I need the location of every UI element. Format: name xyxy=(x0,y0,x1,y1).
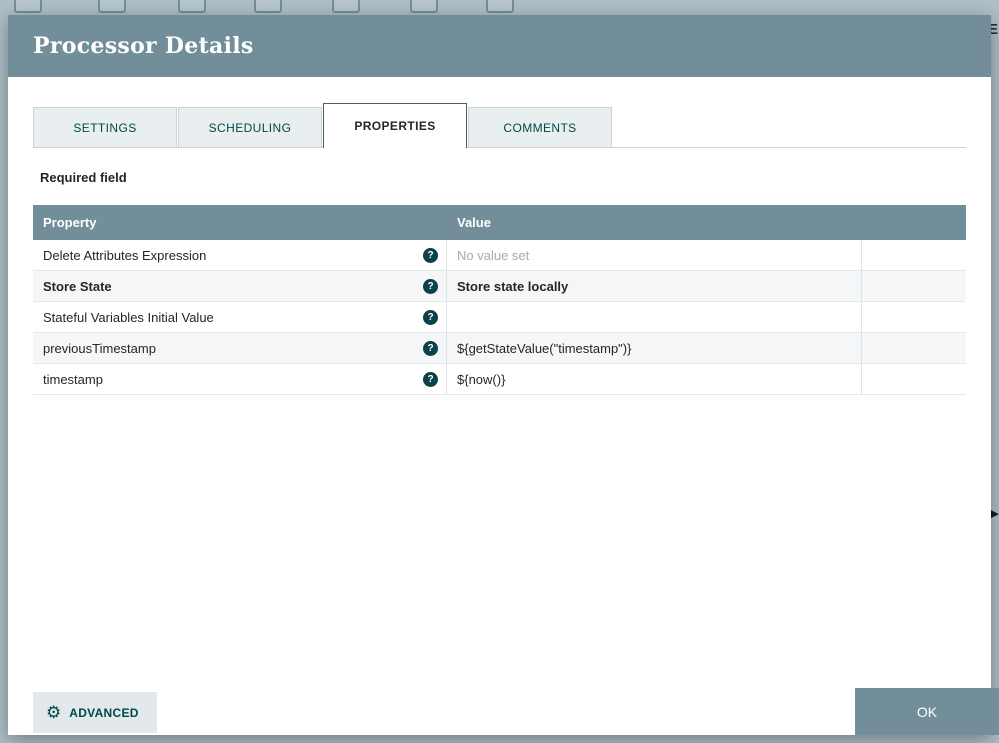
property-value-cell[interactable]: No value set xyxy=(447,240,862,270)
advanced-button[interactable]: ⚙ ADVANCED xyxy=(33,692,157,733)
row-spacer xyxy=(862,333,966,363)
background-toolbar-icon xyxy=(410,0,438,13)
table-row: Stateful Variables Initial Value ? xyxy=(33,302,966,333)
row-spacer xyxy=(862,364,966,394)
tab-label: SCHEDULING xyxy=(208,120,292,135)
tab-properties[interactable]: PROPERTIES xyxy=(323,103,467,148)
table-row: timestamp ? ${now()} xyxy=(33,364,966,395)
ok-button[interactable]: OK xyxy=(855,688,999,735)
property-name: previousTimestamp xyxy=(43,340,156,356)
ok-button-label: OK xyxy=(916,703,938,720)
property-value-cell[interactable]: ${getStateValue("timestamp")} xyxy=(447,333,862,363)
table-row: Store State ? Store state locally xyxy=(33,271,966,302)
advanced-button-label: ADVANCED xyxy=(69,705,139,720)
property-value: Store state locally xyxy=(457,278,569,294)
row-spacer xyxy=(862,240,966,270)
column-header-property: Property xyxy=(43,215,97,230)
tab-scheduling[interactable]: SCHEDULING xyxy=(178,107,322,148)
tab-bar: SETTINGS SCHEDULING PROPERTIES COMMENTS xyxy=(33,103,966,148)
column-header-value: Value xyxy=(457,215,491,230)
help-icon[interactable]: ? xyxy=(423,309,438,325)
help-icon[interactable]: ? xyxy=(423,340,438,356)
property-value: ${getStateValue("timestamp")} xyxy=(457,340,632,356)
row-spacer xyxy=(862,271,966,301)
property-name: Store State xyxy=(43,278,112,294)
background-toolbar-icon xyxy=(254,0,282,13)
required-field-legend: Required field xyxy=(40,170,127,185)
background-toolbar-icon xyxy=(14,0,42,13)
dialog-title: Processor Details xyxy=(33,33,254,59)
property-value-cell[interactable]: ${now()} xyxy=(447,364,862,394)
tab-settings[interactable]: SETTINGS xyxy=(33,107,177,148)
background-toolbar-icon xyxy=(98,0,126,13)
gear-icon: ⚙ xyxy=(46,703,62,722)
help-icon[interactable]: ? xyxy=(423,278,438,294)
background-toolbar-icon xyxy=(178,0,206,13)
table-row: Delete Attributes Expression ? No value … xyxy=(33,240,966,271)
dialog-header: Processor Details xyxy=(8,15,991,77)
background-arrow-fragment: ▶ xyxy=(990,508,999,520)
property-name: Stateful Variables Initial Value xyxy=(43,309,214,325)
table-header: Property Value xyxy=(33,205,966,240)
row-spacer xyxy=(862,302,966,332)
property-name: Delete Attributes Expression xyxy=(43,247,207,263)
background-toolbar-icon xyxy=(486,0,514,13)
background-toolbar-icon xyxy=(332,0,360,13)
property-name: timestamp xyxy=(43,371,103,387)
property-value-cell[interactable]: Store state locally xyxy=(447,271,862,301)
help-icon[interactable]: ? xyxy=(423,247,438,263)
table-row: previousTimestamp ? ${getStateValue("tim… xyxy=(33,333,966,364)
processor-details-dialog: Processor Details SETTINGS SCHEDULING PR… xyxy=(8,15,991,735)
properties-table: Property Value Delete Attributes Express… xyxy=(33,205,966,395)
help-icon[interactable]: ? xyxy=(423,371,438,387)
property-value: No value set xyxy=(457,247,530,263)
tab-label: PROPERTIES xyxy=(354,119,436,133)
tab-label: SETTINGS xyxy=(73,120,137,135)
property-value: ${now()} xyxy=(457,371,506,387)
property-value-cell[interactable] xyxy=(447,302,862,332)
tab-comments[interactable]: COMMENTS xyxy=(468,107,612,148)
tab-label: COMMENTS xyxy=(503,120,577,135)
